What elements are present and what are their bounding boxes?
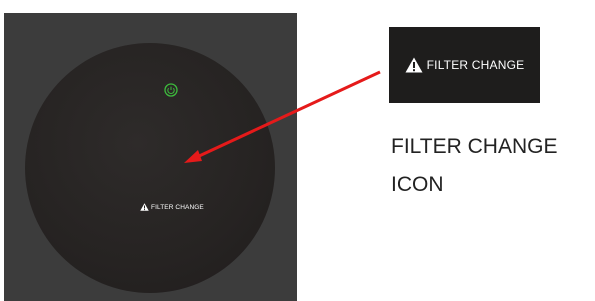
caption-line-2: ICON [391, 173, 444, 196]
device-photo: FILTER CHANGE [4, 13, 297, 301]
power-icon [164, 83, 178, 97]
illustration: FILTER CHANGE FILTER CHANGE FILTER CHANG… [0, 0, 595, 301]
filter-change-indicator: FILTER CHANGE [140, 203, 204, 211]
warning-triangle-icon [405, 57, 423, 73]
caption-line-1: FILTER CHANGE [391, 135, 558, 158]
filter-change-text: FILTER CHANGE [151, 203, 204, 211]
device-display-disc: FILTER CHANGE [25, 43, 275, 293]
warning-triangle-icon [140, 203, 149, 211]
caption: FILTER CHANGE ICON [391, 128, 557, 204]
badge-label: FILTER CHANGE [426, 58, 525, 72]
filter-change-badge: FILTER CHANGE [389, 27, 540, 103]
